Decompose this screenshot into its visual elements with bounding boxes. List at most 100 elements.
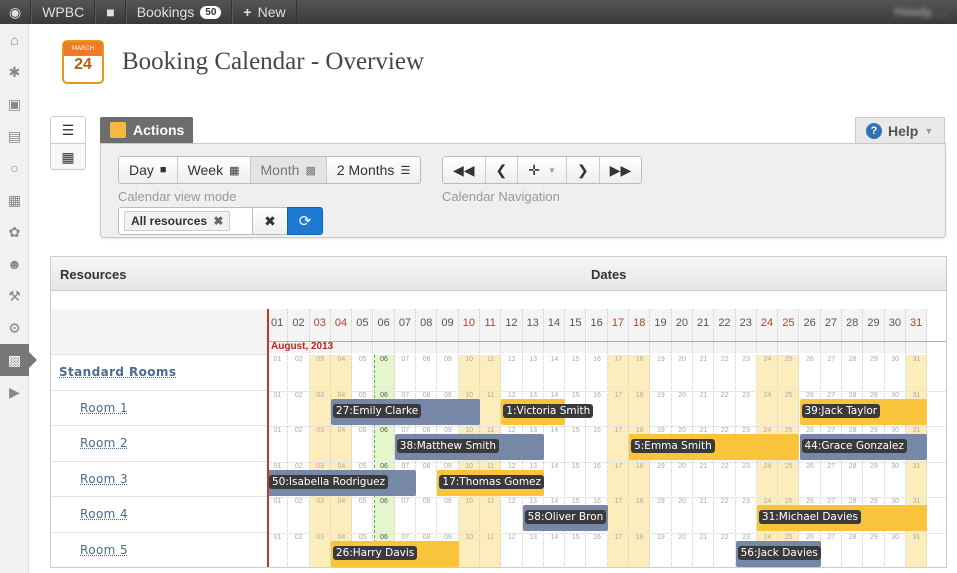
day-tick-label: 19 [656,356,665,363]
logo-day: 24 [74,56,92,73]
last-page-button[interactable]: ▶▶ [599,157,642,183]
resources-select[interactable]: All resources ✖ [118,207,253,235]
view-toggle: ☰ ▦ [50,116,86,170]
booking-bar[interactable]: 58:Oliver Bron [522,505,608,531]
week-view-button[interactable]: Week ▦ [177,157,251,183]
day-tick-label: 01 [273,533,282,541]
resource-link[interactable]: Room 2 [51,426,267,462]
booking-bar[interactable]: 31:Michael Davies [756,505,928,531]
dashboard-icon[interactable]: ⌂ [0,24,29,56]
day-tick-label: 07 [401,391,410,399]
day-tick-label: 23 [742,462,750,470]
booking-label: 58:Oliver Bron [524,510,607,524]
day-tick-label: 15 [571,356,580,363]
day-tick-label: 12 [507,391,516,399]
first-page-button[interactable]: ◀◀ [443,157,486,183]
posts-pin-icon[interactable]: ✱ [0,56,29,88]
settings-icon[interactable]: ⚙ [0,312,29,344]
day-tick-label: 09 [443,356,452,363]
user-greeting[interactable]: Howdy, ... [895,5,957,19]
day-tick-label: 20 [678,533,687,541]
day-tick-label: 03 [316,356,324,363]
row-divider [267,390,946,392]
day-tick-label: 17 [614,356,623,363]
booking-bar[interactable]: 17:Thomas Gomez [437,469,545,496]
help-label: Help [888,122,919,139]
day-tick-label: 16 [593,462,601,470]
day-tick-label: 20 [678,356,687,363]
resource-group-link[interactable]: Standard Rooms [51,355,267,391]
resource-link[interactable]: Room 3 [51,462,267,497]
booking-bar[interactable]: 44:Grace Gonzalez [799,434,928,460]
booking-bar[interactable]: 50:Isabella Rodriguez [267,469,417,496]
day-tick-label: 30 [891,427,900,434]
pages-icon[interactable]: ▤ [0,120,29,152]
next-button[interactable]: ❯ [566,157,600,183]
admin-bar: ◉ WPBC ■ Bookings 50 + New Howdy, ... [0,0,957,24]
day-tick-label: 13 [529,533,537,541]
day-tick-label: 22 [720,427,729,434]
resource-link[interactable]: Room 4 [51,497,267,533]
day-tick-label: 05 [358,391,367,399]
booking-bar[interactable]: 39:Jack Taylor [799,398,928,425]
list-view-icon[interactable]: ☰ [51,117,85,144]
day-tick-label: 21 [699,391,708,399]
booking-bar[interactable]: 27:Emily Clarke [330,398,480,425]
day-tick-label: 31 [912,356,921,363]
day-tick-label: 26 [806,462,814,470]
collapse-menu-icon[interactable]: ▶ [0,376,29,408]
day-tick-label: 04 [337,391,346,399]
comments-sidebar-icon[interactable]: ○ [0,152,29,184]
users-icon[interactable]: ☻ [0,248,29,280]
month-view-button[interactable]: Month ▩ [250,157,327,183]
booking-bar[interactable]: 38:Matthew Smith [394,434,544,460]
day-tick-label: 27 [827,533,836,541]
site-name-link[interactable]: WPBC [31,0,96,24]
day-tick-label: 24 [763,462,772,470]
day-tick-label: 29 [869,356,878,363]
refresh-button[interactable]: ⟳ [287,207,323,235]
day-tick-label: 30 [891,356,900,363]
day-view-button[interactable]: Day ■ [119,157,178,183]
date-header-cell: 23 [735,309,757,353]
booking-calendar-logo-icon: MARCH 24 [62,40,104,84]
two-months-view-button[interactable]: 2 Months ☰ [326,157,421,183]
today-button[interactable]: ✛ ▼ [518,157,567,183]
day-tick-label: 14 [550,391,559,399]
booking-bar[interactable]: 5:Emma Smith [629,434,800,460]
actions-tab[interactable]: Actions [100,117,193,143]
day-tick-label: 15 [571,533,580,541]
bookings-menu[interactable]: Bookings 50 [125,0,233,24]
booking-calendar-menu-icon[interactable]: ▩ [0,344,37,376]
resource-link[interactable]: Room 5 [51,533,267,568]
date-header-cell: 09 [437,309,459,353]
wordpress-logo-icon[interactable]: ◉ [0,0,32,24]
booking-bar[interactable]: 1:Victoria Smith [501,398,594,425]
day-tick-label: 23 [742,356,750,363]
comments-icon[interactable]: ■ [95,0,126,24]
day-tick-label: 06 [380,427,388,434]
booking-bar[interactable]: 56:Jack Davies [735,540,821,567]
resource-link[interactable]: Room 1 [51,391,267,426]
previous-button[interactable]: ❮ [485,157,519,183]
calendar-view-icon[interactable]: ▦ [51,144,85,171]
booking-label: 31:Michael Davies [758,510,861,524]
chip-remove-icon[interactable]: ✖ [213,214,223,228]
media-icon[interactable]: ▣ [0,88,29,120]
day-tick-label: 02 [294,462,303,470]
grid-header: Resources Dates [51,257,946,291]
date-header-cell: 06 [373,309,395,353]
day-tick-label: 21 [699,427,708,434]
day-tick-label: 13 [529,391,537,399]
day-tick-label: 20 [678,498,687,505]
tools-icon[interactable]: ⚒ [0,280,29,312]
booking-bar[interactable]: 26:Harry Davis [330,540,459,567]
help-button[interactable]: ? Help ▼ [855,117,945,143]
plugins-icon[interactable]: ✿ [0,216,29,248]
appearance-icon[interactable]: ▦ [0,184,29,216]
clear-resources-button[interactable]: ✖ [252,207,288,235]
day-tick-label: 29 [869,533,878,541]
new-content-menu[interactable]: + New [232,0,297,24]
day-tick-label: 13 [529,462,537,470]
day-tick-label: 10 [465,498,474,505]
